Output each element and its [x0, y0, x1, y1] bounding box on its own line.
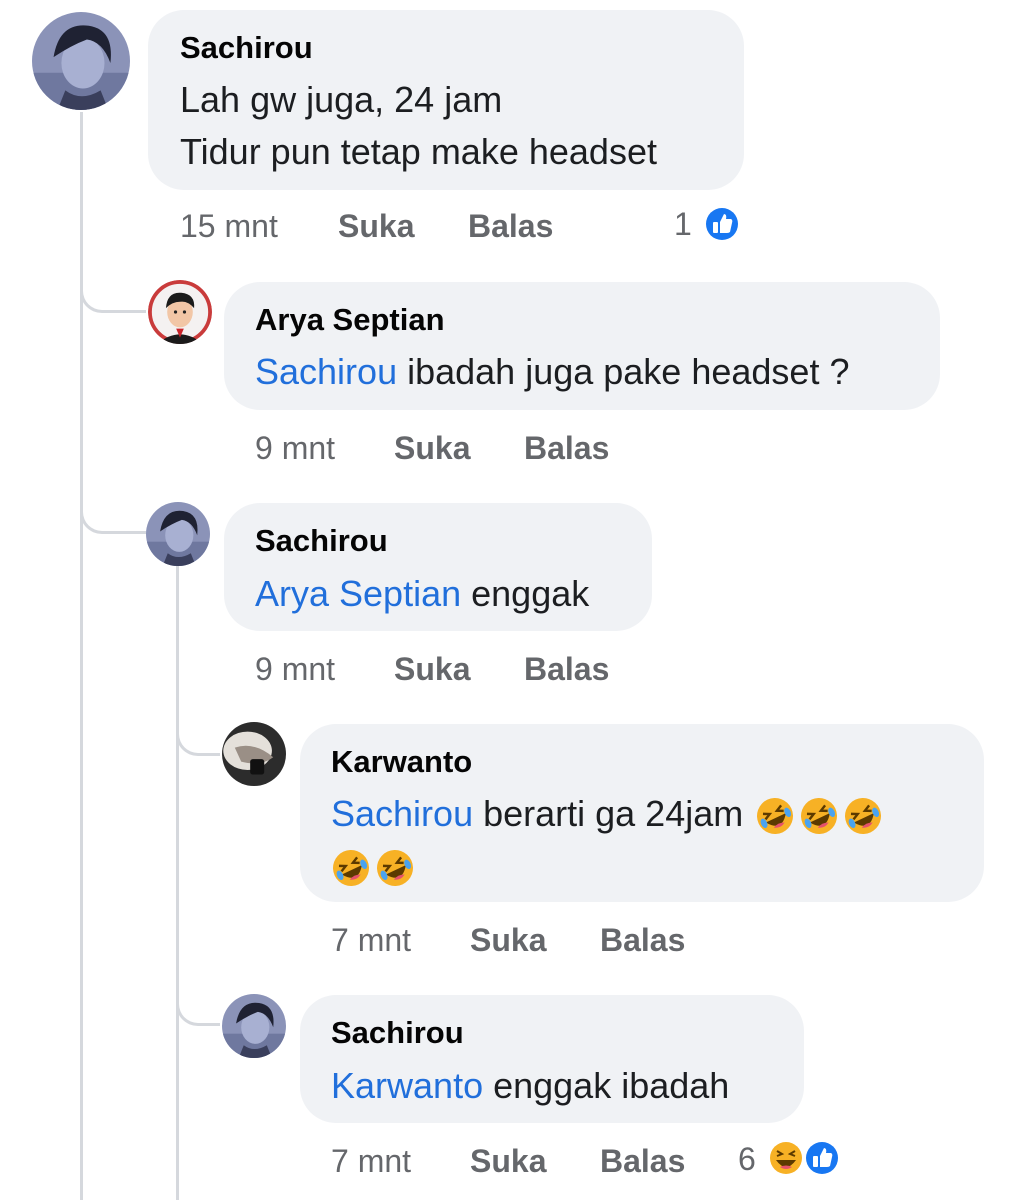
comment-text: Sachirou ibadah juga pake headset ?	[255, 346, 849, 398]
photo-avatar-image	[222, 722, 286, 786]
avatar[interactable]	[148, 280, 212, 344]
comment-author[interactable]: Arya Septian	[255, 302, 445, 338]
like-button[interactable]: Suka	[394, 430, 470, 467]
thread-connector	[176, 690, 220, 756]
anime-avatar-image	[146, 502, 210, 566]
comment-text: Tidur pun tetap make headset	[180, 131, 657, 172]
comment-text-body: berarti ga 24jam	[473, 793, 744, 834]
reaction-count[interactable]: 6	[738, 1141, 756, 1178]
comment-text: Arya Septian enggak	[255, 568, 589, 620]
rolling-laughing-emoji	[843, 796, 883, 836]
comment-timestamp[interactable]: 7 mnt	[331, 922, 411, 959]
anime-avatar-image	[32, 12, 130, 110]
comment-text-emoji-line	[331, 840, 419, 892]
comment-text: Karwanto enggak ibadah	[331, 1060, 729, 1112]
avatar[interactable]	[222, 722, 286, 786]
comment-text: Sachirou berarti ga 24jam	[331, 788, 887, 840]
comment-author[interactable]: Sachirou	[180, 30, 313, 66]
comment-timestamp[interactable]: 9 mnt	[255, 651, 335, 688]
like-icon[interactable]	[702, 204, 742, 244]
mention-link[interactable]: Karwanto	[331, 1065, 483, 1106]
reply-button[interactable]: Balas	[600, 1143, 685, 1180]
mention-link[interactable]: Arya Septian	[255, 573, 461, 614]
thread-line-nested	[176, 566, 179, 1200]
comment-author[interactable]: Sachirou	[255, 523, 388, 559]
reply-button[interactable]: Balas	[468, 208, 553, 245]
comment-timestamp[interactable]: 9 mnt	[255, 430, 335, 467]
comment-text-body: ibadah juga pake headset ?	[397, 351, 850, 392]
reaction-count[interactable]: 1	[674, 206, 692, 243]
thread-connector	[80, 250, 146, 313]
comment-author[interactable]: Karwanto	[331, 744, 472, 780]
mention-link[interactable]: Sachirou	[255, 351, 397, 392]
reply-button[interactable]: Balas	[524, 651, 609, 688]
avatar[interactable]	[222, 994, 286, 1058]
comment-text-body: enggak	[461, 573, 590, 614]
like-button[interactable]: Suka	[470, 1143, 546, 1180]
like-button[interactable]: Suka	[338, 208, 414, 245]
comment-timestamp[interactable]: 7 mnt	[331, 1143, 411, 1180]
anime-avatar-image	[222, 994, 286, 1058]
comment-text: Lah gw juga, 24 jam	[180, 79, 503, 120]
avatar[interactable]	[146, 502, 210, 566]
reply-button[interactable]: Balas	[600, 922, 685, 959]
mention-link[interactable]: Sachirou	[331, 793, 473, 834]
thread-connector	[80, 470, 146, 534]
haha-icon[interactable]	[766, 1138, 806, 1178]
rolling-laughing-emoji	[755, 796, 795, 836]
reply-button[interactable]: Balas	[524, 430, 609, 467]
rolling-laughing-emoji	[799, 796, 839, 836]
comment-author[interactable]: Sachirou	[331, 1015, 464, 1051]
avatar[interactable]	[32, 12, 130, 110]
like-button[interactable]: Suka	[470, 922, 546, 959]
cartoon-avatar-image	[148, 280, 212, 344]
comment-timestamp[interactable]: 15 mnt	[180, 208, 278, 245]
comment-text-body: enggak ibadah	[483, 1065, 730, 1106]
rolling-laughing-emoji	[331, 848, 371, 888]
rolling-laughing-emoji	[375, 848, 415, 888]
like-icon[interactable]	[802, 1138, 842, 1178]
thread-connector	[176, 960, 220, 1026]
like-button[interactable]: Suka	[394, 651, 470, 688]
